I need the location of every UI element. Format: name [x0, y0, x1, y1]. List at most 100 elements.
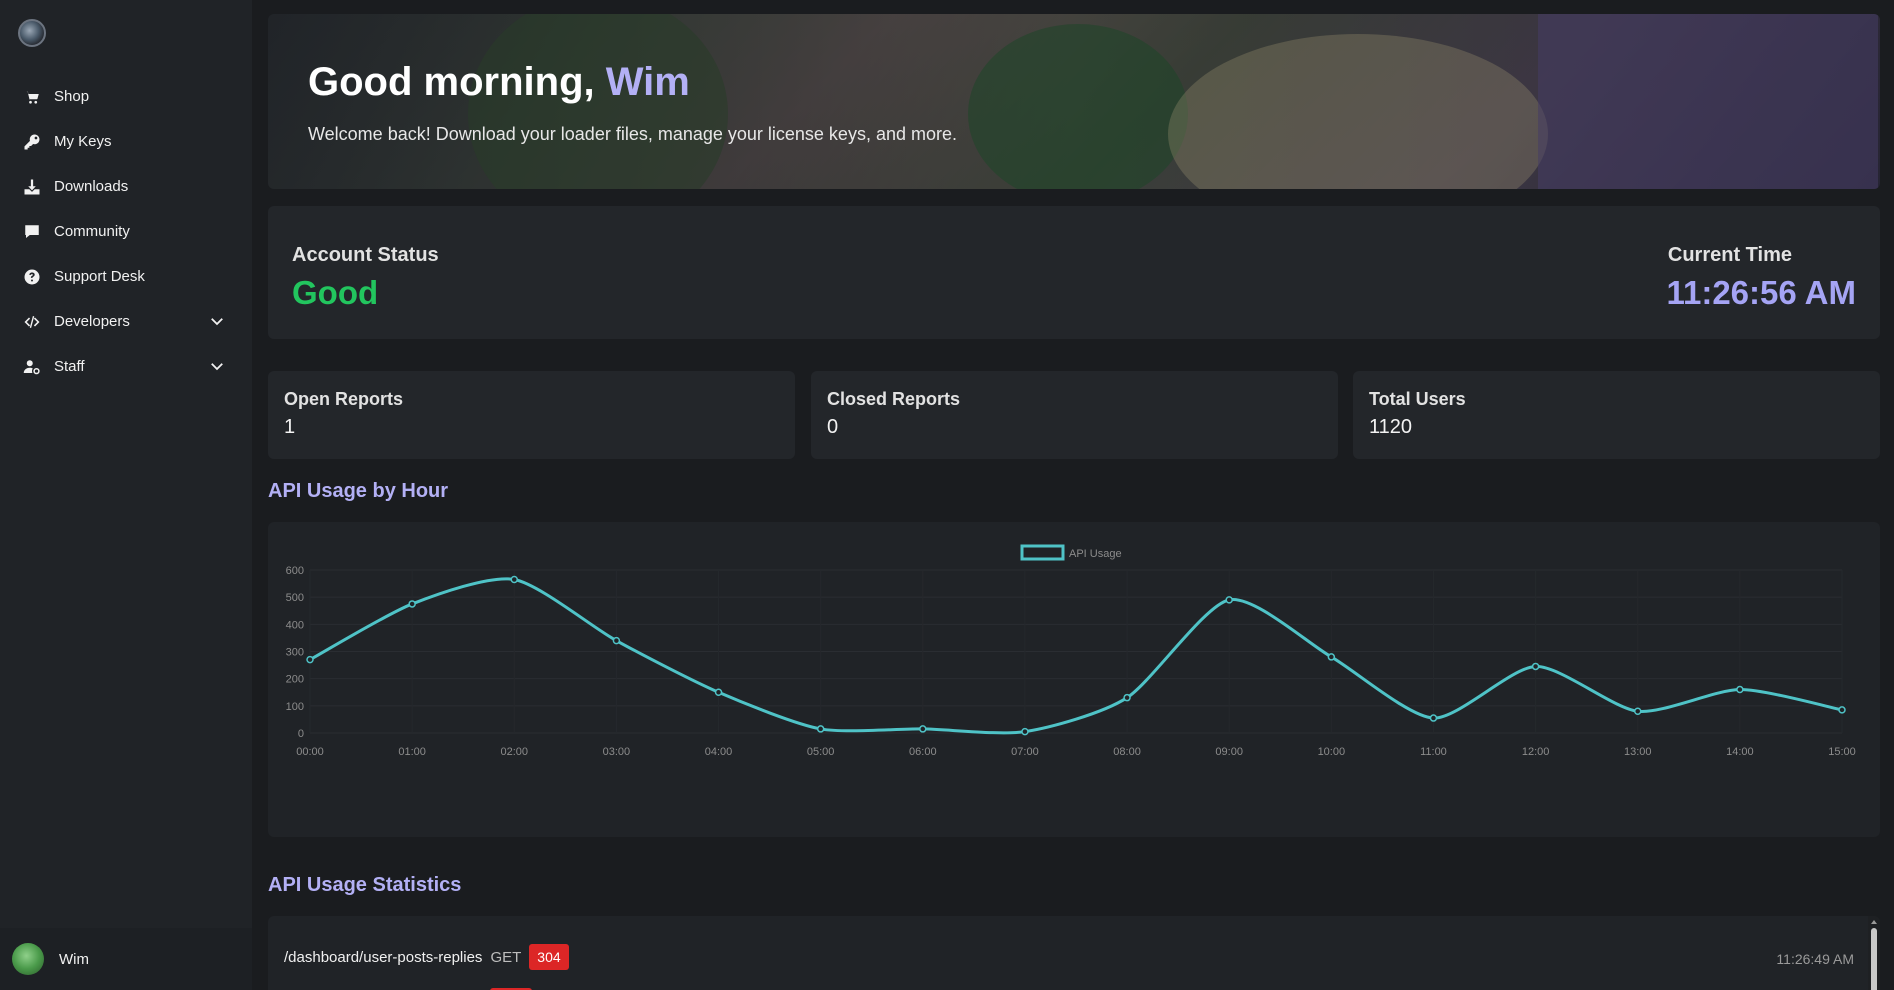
x-tick-label: 11:00 [1420, 746, 1447, 758]
stat-value: 1120 [1369, 416, 1413, 438]
data-point [714, 688, 723, 696]
endpoint-path: /dashboard/user-posts-replies [284, 948, 483, 966]
greeting-text: Good morning, [308, 60, 595, 104]
stats-section-title: API Usage Statistics [268, 874, 462, 896]
data-point [306, 655, 314, 664]
chat-icon [22, 222, 42, 242]
sidebar-item-my-keys[interactable]: My Keys [0, 119, 252, 164]
x-tick-label: 05:00 [807, 746, 835, 758]
account-status-card: Account Status Good Current Time 11:26:5… [268, 206, 1880, 339]
list-item[interactable]: /dashboard/user-posts-replies GET 304 [284, 944, 569, 970]
stat-label: Closed Reports [827, 389, 961, 409]
data-point [1633, 707, 1642, 716]
sidebar-item-label: Shop [54, 88, 90, 105]
data-point [1123, 693, 1131, 702]
x-tick-label: 04:00 [705, 746, 733, 758]
data-point [919, 725, 927, 733]
logo[interactable] [18, 19, 46, 47]
y-tick-label: 200 [286, 674, 304, 686]
sidebar-item-support-desk[interactable]: Support Desk [0, 254, 252, 299]
scroll-up-arrow[interactable] [1871, 920, 1877, 924]
y-tick-label: 600 [286, 565, 304, 577]
data-point [1225, 596, 1233, 604]
current-time-label: Current Time [1667, 244, 1792, 266]
y-tick-label: 0 [298, 728, 304, 740]
stat-value: 1 [284, 416, 296, 438]
x-tick-label: 08:00 [1113, 746, 1141, 758]
sidebar: Shop My Keys Downloads Community Support… [0, 0, 252, 990]
scrollbar[interactable] [1868, 916, 1880, 990]
data-point [816, 725, 825, 733]
y-tick-label: 100 [286, 701, 304, 713]
download-icon [22, 177, 42, 197]
cart-icon [22, 87, 42, 107]
user-name: Wim [59, 950, 89, 968]
greeting-title: Good morning, Wim [308, 60, 690, 105]
data-point [1327, 653, 1336, 661]
account-status-label: Account Status [292, 244, 439, 266]
data-point [408, 600, 416, 608]
sidebar-item-community[interactable]: Community [0, 209, 252, 254]
data-point [510, 575, 519, 584]
sidebar-item-developers[interactable]: Developers [0, 299, 252, 344]
x-tick-label: 03:00 [603, 746, 631, 758]
sidebar-item-label: Staff [54, 358, 85, 375]
y-tick-label: 300 [286, 647, 304, 659]
y-tick-label: 500 [286, 592, 304, 604]
legend-label: API Usage [1069, 548, 1122, 560]
x-tick-label: 00:00 [296, 746, 324, 758]
data-point [1838, 706, 1846, 714]
data-point [1021, 727, 1029, 736]
x-tick-label: 09:00 [1215, 746, 1243, 758]
chevron-down-icon[interactable] [208, 357, 226, 375]
welcome-subtitle: Welcome back! Download your loader files… [308, 124, 957, 144]
x-tick-label: 02:00 [501, 746, 529, 758]
help-circle-icon [22, 267, 42, 287]
avatar[interactable] [12, 943, 44, 975]
user-profile[interactable]: Wim [0, 928, 252, 990]
api-stats-list: /dashboard/user-posts-replies GET 304 11… [268, 916, 1880, 990]
sidebar-item-label: Support Desk [54, 268, 145, 285]
closed-reports-card: Closed Reports 0 [811, 371, 1338, 459]
x-tick-label: 01:00 [398, 746, 426, 758]
data-point [1429, 714, 1438, 722]
stat-label: Total Users [1369, 389, 1466, 409]
chart-canvas: 0 100 200 300 400 500 600 00:00 01:00 02:00 03:00 0… [286, 544, 1856, 758]
y-tick-label: 400 [286, 619, 304, 631]
banner-art [968, 24, 1188, 189]
welcome-banner: Good morning, Wim Welcome back! Download… [268, 14, 1880, 189]
x-tick-label: 06:00 [909, 746, 937, 758]
data-point [1531, 662, 1540, 671]
sidebar-item-label: My Keys [54, 133, 112, 150]
x-tick-label: 10:00 [1318, 746, 1346, 758]
x-tick-label: 14:00 [1726, 746, 1754, 758]
code-icon [22, 312, 42, 332]
main-content: Good morning, Wim Welcome back! Download… [268, 14, 1880, 990]
total-users-card: Total Users 1120 [1353, 371, 1880, 459]
sidebar-item-label: Downloads [54, 178, 129, 195]
data-point [612, 636, 621, 645]
stat-value: 0 [827, 416, 839, 438]
banner-art [1168, 34, 1548, 189]
x-tick-label: 12:00 [1522, 746, 1550, 758]
sidebar-nav: Shop My Keys Downloads Community Support… [0, 74, 252, 389]
stat-label: Open Reports [284, 389, 404, 409]
x-tick-label: 07:00 [1011, 746, 1039, 758]
sidebar-item-label: Community [54, 223, 130, 240]
chart-section-title: API Usage by Hour [268, 480, 449, 502]
scroll-thumb[interactable] [1871, 928, 1877, 990]
data-point [1736, 685, 1744, 694]
series-line [309, 577, 1843, 735]
status-badge: 304 [529, 944, 569, 970]
sidebar-item-staff[interactable]: Staff [0, 344, 252, 389]
sidebar-item-shop[interactable]: Shop [0, 74, 252, 119]
http-method: GET [490, 948, 522, 966]
banner-art [1538, 14, 1878, 189]
sidebar-item-label: Developers [54, 313, 130, 330]
sidebar-item-downloads[interactable]: Downloads [0, 164, 252, 209]
key-icon [22, 132, 42, 152]
chevron-down-icon[interactable] [208, 312, 226, 330]
current-time-value: 11:26:56 AM [1666, 274, 1856, 311]
x-tick-label: 13:00 [1624, 746, 1652, 758]
api-usage-chart: 0 100 200 300 400 500 600 00:00 01:00 02:00 03:00 0… [268, 522, 1880, 837]
